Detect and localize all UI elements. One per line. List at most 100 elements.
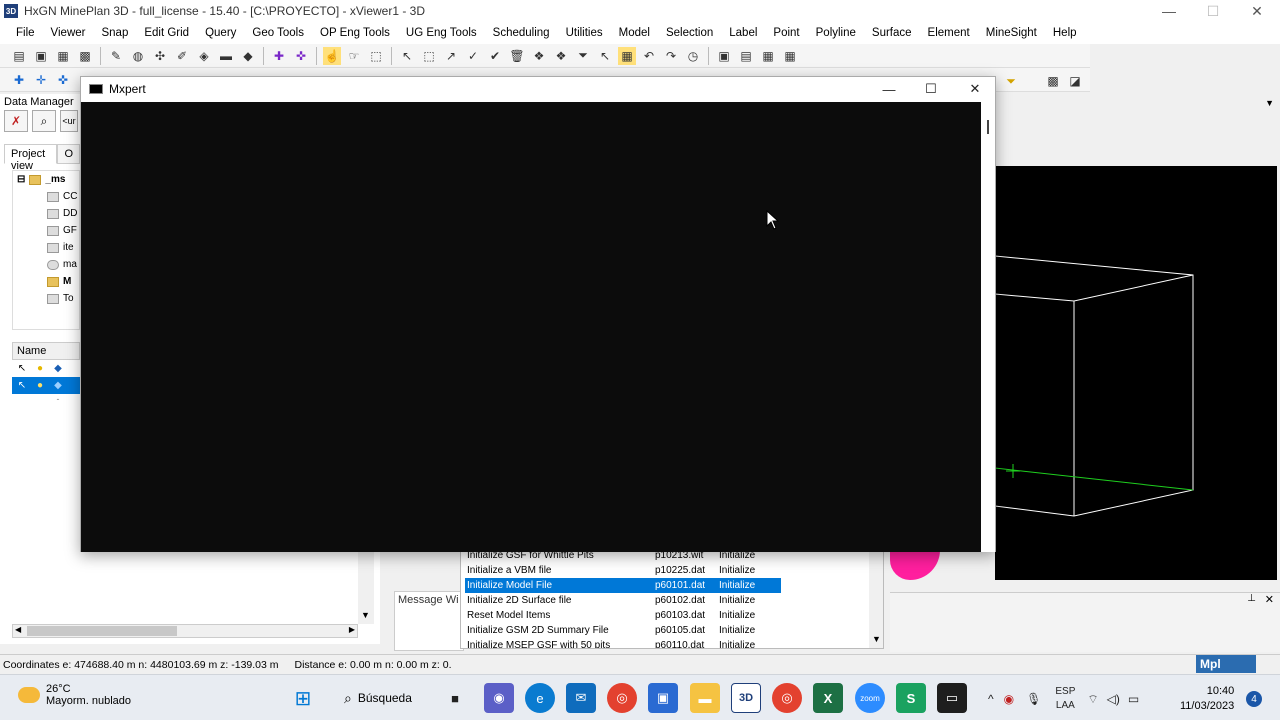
menu-help[interactable]: Help — [1045, 27, 1085, 39]
security-icon[interactable]: ◉ — [1004, 692, 1014, 706]
menu-model[interactable]: Model — [611, 27, 658, 39]
command-row[interactable]: Initialize MSEP GSF with 50 pits p60110.d… — [465, 638, 781, 648]
scroll-down-icon[interactable]: ▼ — [872, 634, 881, 644]
scroll-left-icon[interactable]: ◀ — [15, 625, 21, 634]
volume-icon[interactable]: ◁) — [1107, 692, 1120, 706]
scroll-down-icon[interactable]: ▼ — [361, 610, 370, 620]
pin-icon[interactable]: ⊥ — [1247, 593, 1256, 604]
menu-ug-eng-tools[interactable]: UG Eng Tools — [398, 27, 485, 39]
console-app-icon[interactable]: ▭ — [937, 683, 967, 713]
scrollbar-thumb[interactable] — [27, 626, 177, 636]
tree-item[interactable]: CC — [13, 188, 79, 205]
command-row-selected[interactable]: Initialize Model File p60101.dat Initializ… — [465, 578, 781, 593]
file-explorer-icon[interactable]: ▬ — [690, 683, 720, 713]
box-select-icon[interactable]: ⬚ — [420, 47, 438, 65]
store-icon[interactable]: ▣ — [648, 683, 678, 713]
zoom-icon[interactable]: zoom — [855, 683, 885, 713]
tree-item-root[interactable]: ⊟ _ms — [13, 171, 79, 188]
microphone-icon[interactable]: 🎙 — [1026, 692, 1041, 706]
new-icon[interactable]: ▤ — [10, 47, 28, 65]
move-point-icon[interactable]: ✜ — [292, 47, 310, 65]
menu-element[interactable]: Element — [920, 27, 978, 39]
command-row[interactable]: Initialize a VBM file p10225.dat Initializ… — [465, 563, 781, 578]
mxpert-maximize-button[interactable]: ☐ — [909, 77, 953, 101]
pencil-icon[interactable]: ✎ — [107, 47, 125, 65]
mxpert-close-button[interactable]: ✕ — [953, 77, 997, 101]
add-point-icon[interactable]: ✚ — [270, 47, 288, 65]
task-view-icon[interactable]: ■ — [440, 683, 470, 713]
grid-view-icon[interactable]: ▣ — [715, 47, 733, 65]
group-icon[interactable]: ❖ — [530, 47, 548, 65]
app-close-button[interactable]: ✕ — [1234, 0, 1280, 22]
tree-item[interactable]: GF — [13, 222, 79, 239]
check-icon[interactable]: ✓ — [464, 47, 482, 65]
history-icon[interactable]: ◷ — [684, 47, 702, 65]
funnel-icon[interactable]: ⏷ — [1002, 72, 1020, 90]
ungroup-icon[interactable]: ❖ — [552, 47, 570, 65]
wifi-icon[interactable]: ⌔ — [1087, 692, 1098, 707]
menu-viewer[interactable]: Viewer — [43, 27, 94, 39]
grid-delete-icon[interactable]: ▤ — [737, 47, 755, 65]
bulb-icon[interactable]: ● — [34, 363, 46, 375]
console-scrollbar[interactable] — [981, 102, 995, 552]
clear-filter-icon[interactable]: ✗ — [4, 110, 28, 132]
menu-snap[interactable]: Snap — [93, 27, 136, 39]
menu-geo-tools[interactable]: Geo Tools — [244, 27, 312, 39]
select-area-icon[interactable]: ⬚ — [367, 47, 385, 65]
language-code[interactable]: ESP — [1055, 685, 1075, 699]
ruler-icon[interactable]: ▬ — [217, 47, 235, 65]
save-icon[interactable]: ▩ — [76, 47, 94, 65]
database-icon[interactable]: ◍ — [129, 47, 147, 65]
add-node-icon[interactable]: ✚ — [10, 71, 28, 89]
excel-icon[interactable]: X — [813, 683, 843, 713]
menu-scheduling[interactable]: Scheduling — [485, 27, 558, 39]
redo-icon[interactable]: ↷ — [662, 47, 680, 65]
open-icon[interactable]: ▦ — [54, 47, 72, 65]
command-row[interactable]: Initialize 2D Surface file p60102.dat Init… — [465, 593, 781, 608]
check-edit-icon[interactable]: ✔ — [486, 47, 504, 65]
tree-item[interactable]: To — [13, 290, 79, 307]
tree-item[interactable]: ma — [13, 256, 79, 273]
console-output[interactable] — [81, 102, 981, 552]
layer-row-selected[interactable]: ↖ ● ◆ — [12, 377, 80, 394]
panel-close-icon[interactable]: ✕ — [1265, 593, 1274, 606]
name-column-header[interactable]: Name — [12, 342, 80, 360]
keyboard-layout[interactable]: LAA — [1055, 699, 1075, 713]
filter-icon[interactable]: ⏷ — [574, 47, 592, 65]
select-multi-icon[interactable]: ☞ — [345, 47, 363, 65]
clock[interactable]: 10:40 11/03/2023 — [1180, 684, 1234, 714]
search-input[interactable]: <ur — [60, 110, 78, 132]
add-node-plus-icon[interactable]: ✛ — [32, 71, 50, 89]
command-row[interactable]: Reset Model Items p60103.dat Initialize — [465, 608, 781, 623]
mpl-badge[interactable]: Mpl — [1196, 655, 1256, 673]
properties-icon[interactable]: ▣ — [32, 47, 50, 65]
edit-icon[interactable]: ✐ — [173, 47, 191, 65]
tree-item[interactable]: M — [13, 273, 79, 290]
pointer-query-icon[interactable]: ↖ — [596, 47, 614, 65]
edge-icon[interactable]: e — [525, 683, 555, 713]
sheets-icon[interactable]: S — [896, 683, 926, 713]
menu-edit-grid[interactable]: Edit Grid — [136, 27, 197, 39]
delete-icon[interactable]: 🗑 — [508, 47, 526, 65]
pointer-icon[interactable]: ↖ — [16, 380, 28, 392]
command-list-scrollbar[interactable]: ▼ — [869, 550, 883, 648]
viewer-dropdown-icon[interactable]: ▼ — [1265, 98, 1274, 108]
pointer-icon[interactable]: ↖ — [398, 47, 416, 65]
mail-icon[interactable]: ✉ — [566, 683, 596, 713]
tab-project-view[interactable]: Project view — [4, 144, 58, 172]
layer-row[interactable]: ↖ ● ◆ — [12, 360, 80, 377]
tool-icon[interactable]: ◪ — [1066, 72, 1084, 90]
menu-file[interactable]: File — [8, 27, 43, 39]
3d-viewport[interactable] — [995, 166, 1277, 580]
taskbar-search[interactable]: ⌕ Búsqueda — [334, 685, 434, 711]
tree-item[interactable]: DD — [13, 205, 79, 222]
tree-item[interactable]: ite — [13, 239, 79, 256]
menu-selection[interactable]: Selection — [658, 27, 721, 39]
notification-badge[interactable]: 4 — [1246, 691, 1262, 707]
pointer-plus-icon[interactable]: ↗ — [442, 47, 460, 65]
menu-point[interactable]: Point — [765, 27, 807, 39]
windows-start-icon[interactable]: ⊞ — [288, 683, 318, 713]
eraser-icon[interactable]: ◆ — [239, 47, 257, 65]
menu-op-eng-tools[interactable]: OP Eng Tools — [312, 27, 398, 39]
search-icon[interactable]: ⌕ — [32, 110, 56, 132]
